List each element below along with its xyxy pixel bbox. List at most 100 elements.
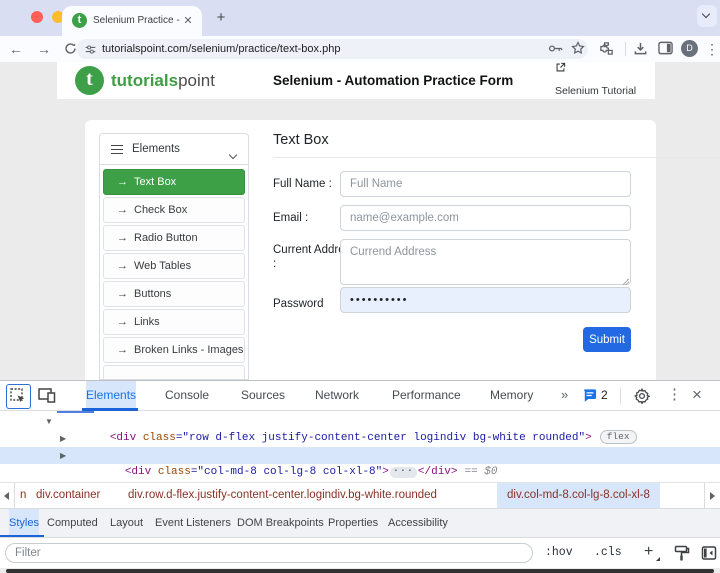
browser-menu-kebab-icon[interactable]: ⋮: [702, 36, 720, 62]
back-button[interactable]: ←: [6, 36, 26, 62]
dom-node-row[interactable]: </div>: [0, 464, 720, 481]
devtools-tab-performance[interactable]: Performance: [392, 381, 461, 410]
sidebar-header[interactable]: Elements: [100, 134, 248, 165]
side-panel-icon[interactable]: [658, 41, 673, 55]
styles-filter-input[interactable]: [5, 543, 533, 563]
new-style-rule-button[interactable]: +: [644, 538, 653, 568]
styles-tab-bar: Styles Computed Layout Event Listeners D…: [0, 508, 720, 537]
devtools-tab-console[interactable]: Console: [165, 381, 209, 410]
browser-tab[interactable]: t Selenium Practice - Text Box ✕: [62, 6, 202, 36]
address-bar[interactable]: tutorialspoint.com/selenium/practice/tex…: [76, 39, 588, 59]
browser-window: t Selenium Practice - Text Box ✕ + ← → t…: [0, 0, 720, 573]
brand-name[interactable]: tutorialspoint: [111, 62, 215, 99]
sidebar-item-text-box[interactable]: →Text Box: [103, 169, 245, 195]
forward-button[interactable]: →: [34, 36, 54, 62]
new-tab-button[interactable]: +: [210, 6, 232, 30]
bookmark-star-icon[interactable]: [571, 41, 585, 55]
tab-dom-breakpoints[interactable]: DOM Breakpoints: [237, 509, 324, 537]
extensions-puzzle-icon[interactable]: [599, 41, 614, 56]
sidebar-title: Elements: [132, 134, 180, 165]
sidebar-item-links[interactable]: →Links: [103, 309, 245, 335]
breadcrumb-scroll-right-button[interactable]: [704, 483, 719, 508]
breadcrumb-row[interactable]: div.row.d-flex.justify-content-center.lo…: [128, 483, 437, 508]
devtools-tab-sources[interactable]: Sources: [241, 381, 285, 410]
page-title: Selenium - Automation Practice Form: [273, 62, 513, 99]
breadcrumb-scroll-left-button[interactable]: [0, 483, 15, 508]
devtools-tab-network[interactable]: Network: [315, 381, 359, 410]
tab-event-listeners[interactable]: Event Listeners: [155, 509, 231, 537]
arrow-right-icon: →: [117, 338, 128, 362]
tab-layout[interactable]: Layout: [110, 509, 143, 537]
devtools-tab-memory[interactable]: Memory: [490, 381, 533, 410]
devtools-tab-elements[interactable]: Elements: [86, 381, 136, 410]
chevron-down-icon: [702, 10, 710, 18]
expand-arrow-icon[interactable]: ▶: [60, 447, 66, 464]
sidebar-item-partial[interactable]: [103, 365, 245, 380]
full-name-label: Full Name :: [273, 177, 332, 191]
tab-overview-button[interactable]: [697, 5, 717, 27]
dom-node-row-selected[interactable]: ▶<div class="col-md-8 col-lg-8 col-xl-8"…: [0, 447, 720, 464]
device-toolbar-button[interactable]: [38, 387, 56, 404]
tab-computed[interactable]: Computed: [47, 509, 98, 537]
tab-title: Selenium Practice - Text Box: [93, 6, 181, 36]
sidebar-toggle-icon[interactable]: [701, 545, 717, 561]
devtools-menu-kebab-icon[interactable]: ⋮: [667, 381, 682, 410]
issues-message-icon[interactable]: [583, 389, 597, 402]
sidebar-item-broken-links[interactable]: →Broken Links - Images: [103, 337, 245, 363]
external-link-icon: [555, 62, 566, 73]
breadcrumb-container[interactable]: div.container: [36, 483, 100, 508]
arrow-right-icon: →: [117, 198, 128, 222]
styles-filter-bar: :hov .cls +: [0, 537, 720, 568]
full-name-input[interactable]: [340, 171, 631, 197]
breadcrumb-selected[interactable]: div.col-md-8.col-lg-8.col-xl-8: [497, 483, 660, 508]
url-text[interactable]: tutorialspoint.com/selenium/practice/tex…: [102, 39, 340, 59]
password-key-icon[interactable]: [548, 41, 564, 56]
selenium-tutorial-link[interactable]: Selenium Tutorial: [555, 62, 636, 99]
dom-node-row[interactable]: ▼<div class="row d-flex justify-content-…: [0, 413, 720, 430]
issues-count[interactable]: 2: [601, 381, 608, 410]
arrow-right-icon: →: [117, 170, 128, 194]
profile-avatar[interactable]: D: [681, 40, 698, 57]
new-style-rule-dropdown-icon[interactable]: [656, 557, 660, 561]
current-address-textarea[interactable]: [340, 239, 631, 285]
inspect-element-button[interactable]: [6, 384, 31, 409]
toolbar-divider: [625, 42, 626, 56]
expand-arrow-icon[interactable]: ▶: [60, 430, 66, 447]
downloads-icon[interactable]: [633, 41, 648, 56]
email-input[interactable]: [340, 205, 631, 231]
inspect-cursor-icon: [10, 388, 26, 404]
site-header: t tutorialspoint Selenium - Automation P…: [57, 62, 655, 99]
paint-roller-icon[interactable]: [674, 545, 690, 562]
arrow-right-icon: →: [117, 310, 128, 334]
devtools-panel: Elements Console Sources Network Perform…: [0, 380, 720, 573]
device-toolbar-icon: [38, 387, 56, 404]
more-tabs-button[interactable]: »: [561, 381, 566, 410]
tab-accessibility[interactable]: Accessibility: [388, 509, 448, 537]
form-title: Text Box: [273, 132, 329, 148]
sidebar-item-radio-button[interactable]: →Radio Button: [103, 225, 245, 251]
settings-gear-icon[interactable]: [634, 388, 650, 404]
password-input[interactable]: [340, 287, 631, 313]
collapse-arrow-icon[interactable]: ▼: [45, 413, 53, 430]
sidebar-item-buttons[interactable]: →Buttons: [103, 281, 245, 307]
chevron-down-icon: [230, 145, 236, 163]
site-settings-icon[interactable]: [85, 44, 96, 55]
breadcrumb-partial[interactable]: n: [20, 483, 26, 508]
sidebar-item-check-box[interactable]: →Check Box: [103, 197, 245, 223]
practice-card: Elements →Text Box →Check Box →Radio But…: [85, 120, 656, 380]
tab-properties[interactable]: Properties: [328, 509, 378, 537]
arrow-right-icon: →: [117, 282, 128, 306]
tab-close-icon[interactable]: ✕: [181, 14, 195, 28]
tutorialspoint-logo[interactable]: t: [75, 66, 104, 95]
submit-button[interactable]: Submit: [583, 327, 631, 352]
arrow-right-icon: →: [117, 254, 128, 278]
dom-node-row[interactable]: ▶<div class="col-md-4 col-lg-4 col-sm-6"…: [0, 430, 720, 447]
toggle-element-state-button[interactable]: :hov: [545, 538, 573, 568]
sidebar-item-web-tables[interactable]: →Web Tables: [103, 253, 245, 279]
elements-sidebar: Elements →Text Box →Check Box →Radio But…: [99, 133, 249, 380]
textarea-resize-handle[interactable]: [622, 278, 629, 285]
tab-styles[interactable]: Styles: [9, 509, 39, 537]
devtools-close-icon[interactable]: ×: [692, 381, 702, 410]
element-classes-button[interactable]: .cls: [594, 538, 622, 568]
window-close-button[interactable]: [31, 11, 43, 23]
